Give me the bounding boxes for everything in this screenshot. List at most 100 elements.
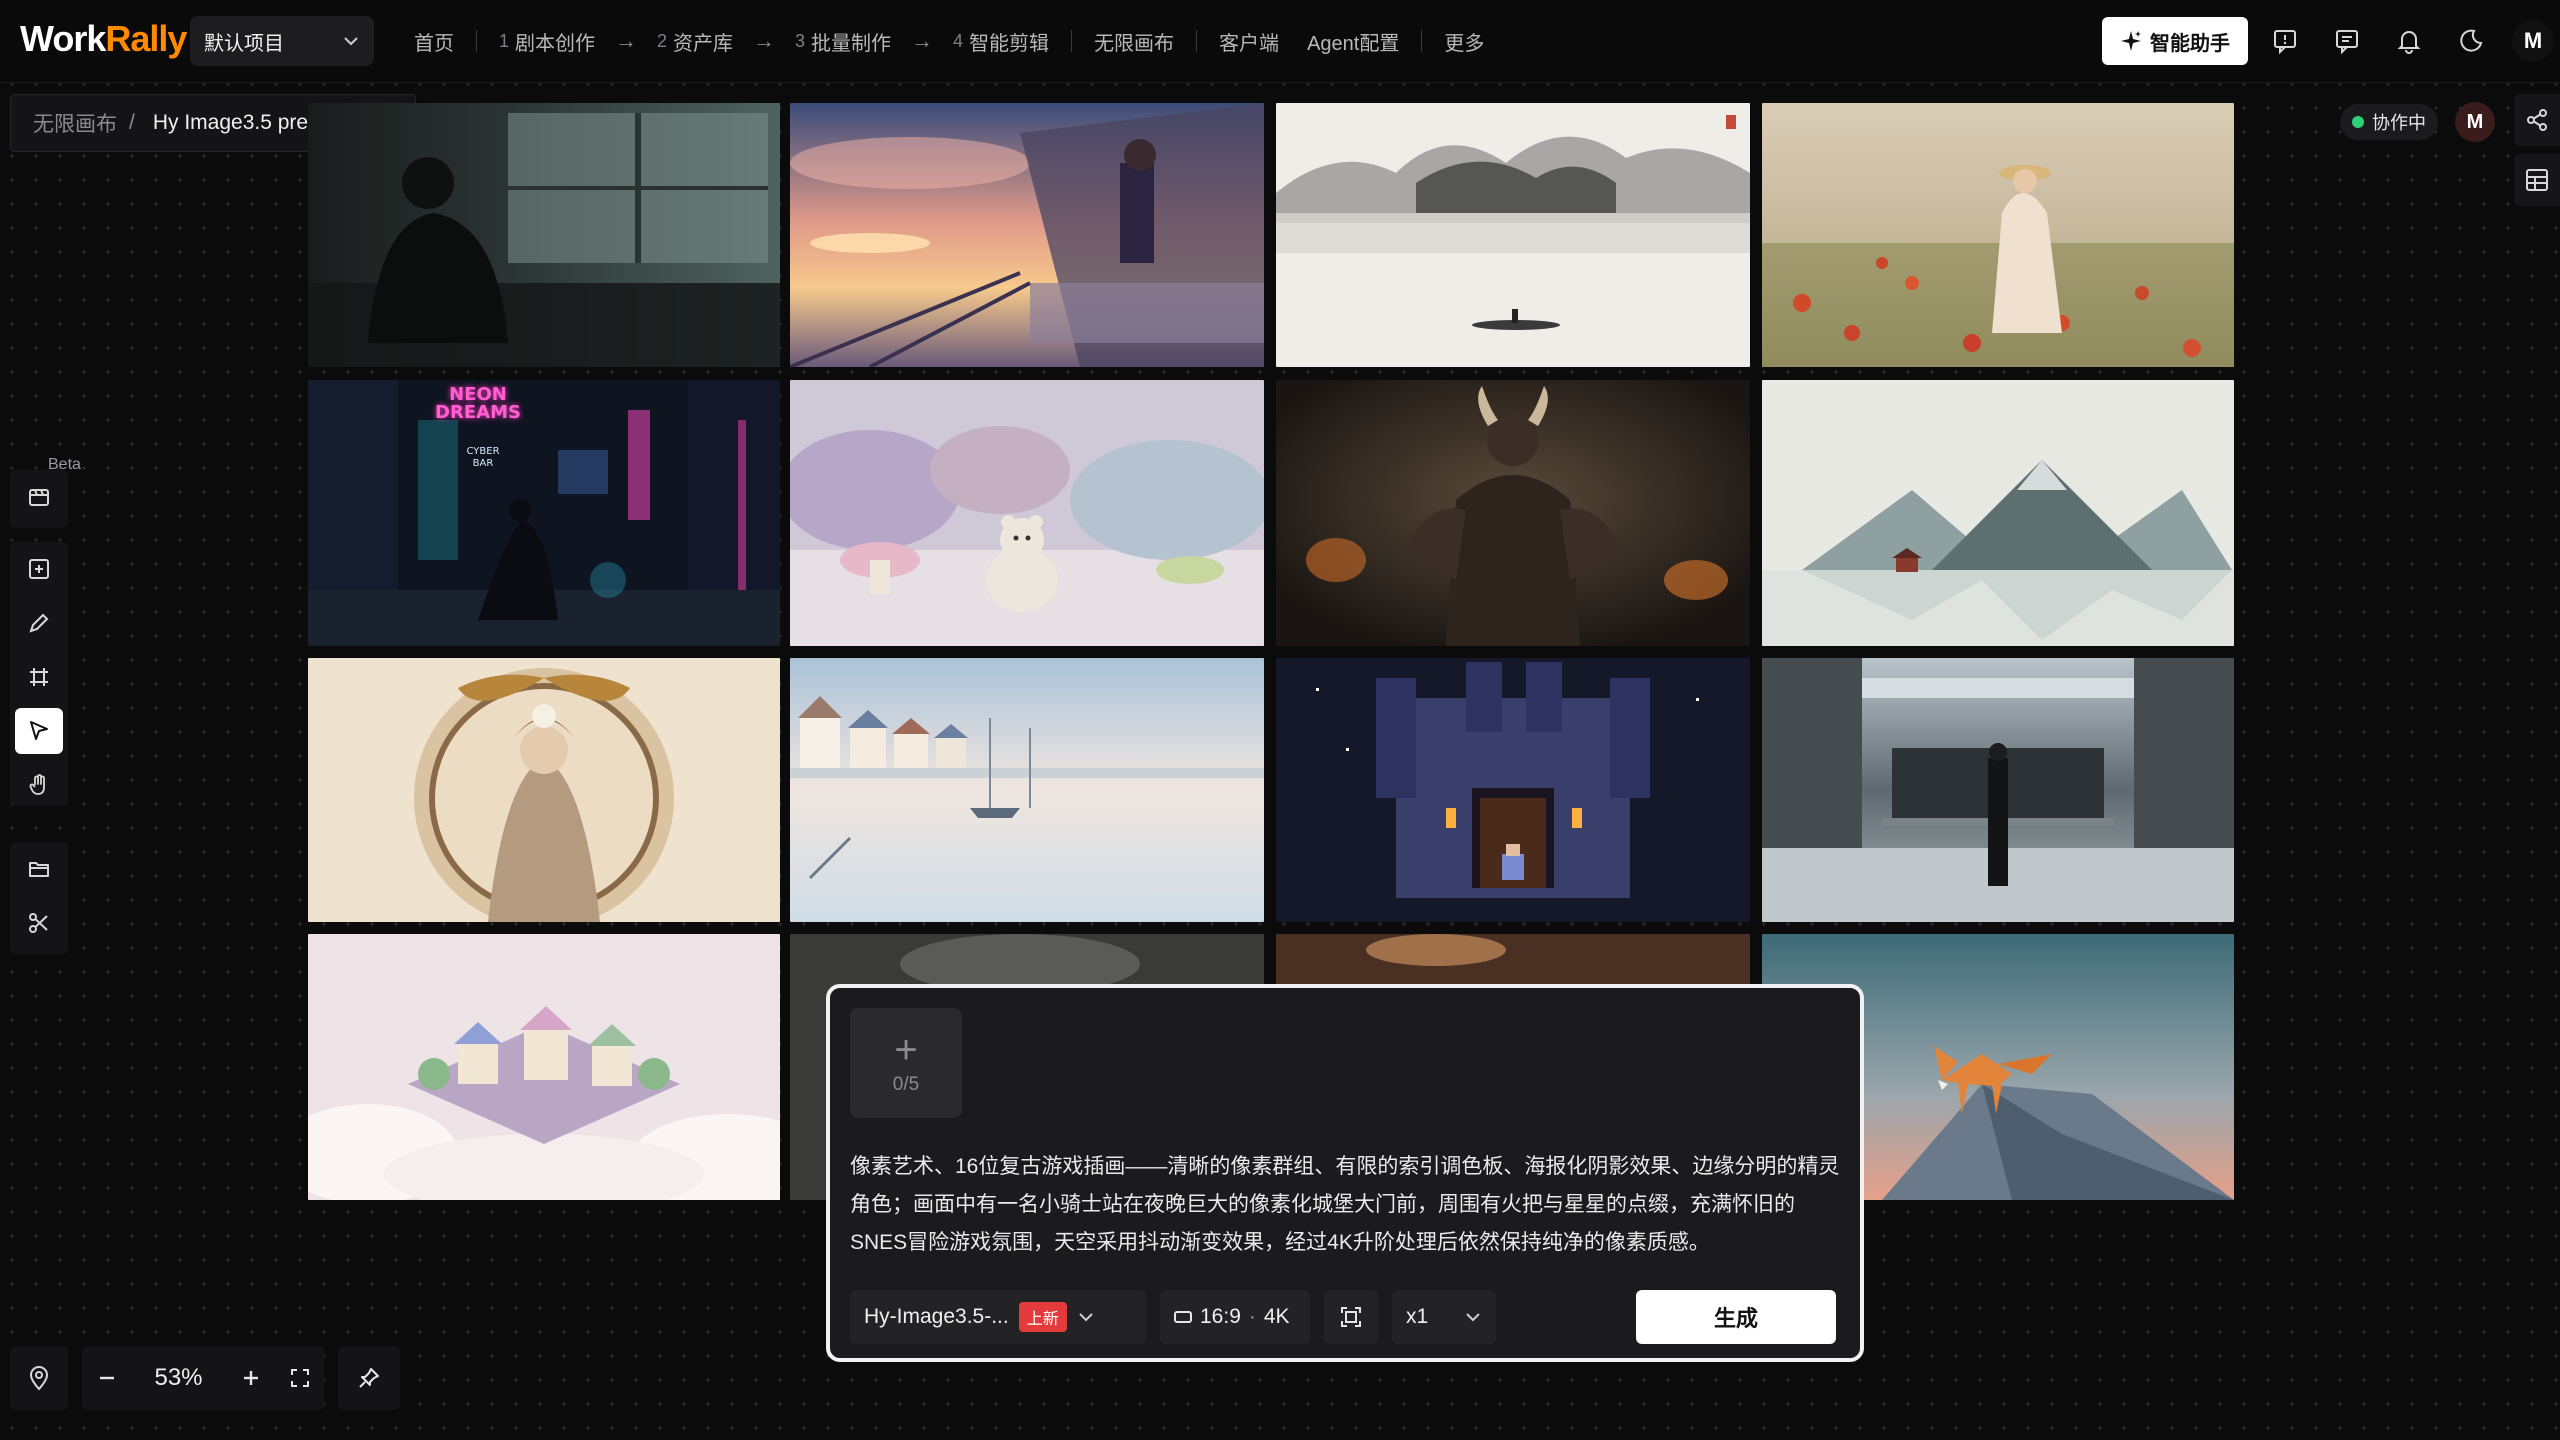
gallery-image-anime-girl-station-sunset[interactable] <box>790 103 1264 367</box>
feedback-icon[interactable] <box>2264 20 2306 62</box>
right-rail <box>2514 94 2560 214</box>
avatar-initial: M <box>2523 28 2543 53</box>
step-label: 智能剪辑 <box>969 32 1050 55</box>
plus-icon: + <box>894 1028 918 1072</box>
model-name: Hy-Image3.5-... <box>864 1305 1009 1328</box>
generate-button[interactable]: 生成 <box>1636 1290 1836 1344</box>
table-grid-icon <box>2524 167 2550 193</box>
gallery-image-cyberpunk-neon-alley[interactable]: NEON DREAMS CYBER BAR <box>308 380 780 646</box>
nav-canvas[interactable]: 无限画布 <box>1080 27 1188 56</box>
clapper-icon <box>27 485 51 509</box>
toolgroup-files <box>10 842 68 954</box>
storyboard-tool[interactable] <box>10 470 68 524</box>
chevron-down-icon <box>1464 1308 1482 1326</box>
gallery-image-minimal-mountains-lake[interactable] <box>1762 380 2234 646</box>
moon-icon[interactable] <box>2450 20 2492 62</box>
arrow-right-icon: → <box>615 28 638 53</box>
zoom-out-button[interactable] <box>95 1366 119 1390</box>
breadcrumb-root[interactable]: 无限画布 <box>33 108 117 138</box>
zoom-level: 53% <box>154 1364 203 1391</box>
nav-step-4[interactable]: 4 智能剪辑 <box>939 27 1063 56</box>
status-dot <box>2352 116 2364 128</box>
select-tool[interactable] <box>15 708 63 754</box>
zoom-controls: 53% <box>82 1346 324 1410</box>
nav-client[interactable]: 客户端 <box>1205 27 1293 56</box>
neon-sub-sign-text: CYBER BAR <box>466 446 500 469</box>
pen-tool[interactable] <box>10 596 68 650</box>
nav-client-label: 客户端 <box>1219 32 1280 55</box>
gallery-image-man-concrete-hall[interactable] <box>1762 658 2234 922</box>
gallery-image-isometric-cloud-town[interactable] <box>308 934 780 1200</box>
scissors-icon <box>27 911 51 935</box>
nav-step-3[interactable]: 3 批量制作 <box>781 27 905 56</box>
nav-canvas-label: 无限画布 <box>1094 32 1175 55</box>
assistant-label: 智能助手 <box>2150 32 2230 55</box>
map-pin-icon <box>27 1365 51 1391</box>
chevron-down-icon <box>342 32 360 50</box>
fit-screen-button[interactable] <box>288 1366 312 1390</box>
app-logo[interactable]: WorkRally <box>20 18 187 60</box>
logo-text-main: Work <box>20 18 106 59</box>
model-selector[interactable]: Hy-Image3.5-... 上新 <box>850 1290 1146 1344</box>
gallery-image-woman-poppy-field[interactable] <box>1762 103 2234 367</box>
image-upload-button[interactable]: + 0/5 <box>850 1008 962 1118</box>
add-node-tool[interactable] <box>10 542 68 596</box>
breadcrumb-separator: / <box>129 111 135 134</box>
collaborator-avatar[interactable]: M <box>2455 102 2495 142</box>
toolgroup-canvas <box>10 542 68 806</box>
collab-status[interactable]: 协作中 <box>2340 104 2438 140</box>
nav-home-label: 首页 <box>414 32 454 55</box>
step-number: 4 <box>953 30 964 51</box>
image-style-button[interactable] <box>1324 1290 1378 1344</box>
nav-step-2[interactable]: 2 资产库 <box>643 27 747 56</box>
pin-icon <box>357 1366 381 1390</box>
nav-agent[interactable]: Agent配置 <box>1293 27 1413 56</box>
ratio-resolution-selector[interactable]: 16:9 · 4K <box>1160 1290 1310 1344</box>
grid-view-button[interactable] <box>2514 154 2560 206</box>
share-button[interactable] <box>2514 94 2560 146</box>
count-selector[interactable]: x1 <box>1392 1290 1496 1344</box>
pin-button[interactable] <box>338 1346 400 1410</box>
arrow-right-icon: → <box>911 28 934 53</box>
assistant-button[interactable]: 智能助手 <box>2102 17 2248 65</box>
main-nav: 首页 1 剧本创作 → 2 资产库 → 3 批量制作 → 4 智能剪辑 无限画布 客户端… <box>400 16 1498 66</box>
prompt-input[interactable]: 像素艺术、16位复古游戏插画——清晰的像素群组、有限的索引调色板、海报化阴影效果… <box>850 1148 1850 1262</box>
bell-icon[interactable] <box>2388 20 2430 62</box>
nav-home[interactable]: 首页 <box>400 27 468 56</box>
add-square-icon <box>27 557 51 581</box>
nav-divider <box>476 30 477 52</box>
gallery-image-horned-warrior-dark[interactable] <box>1276 380 1750 646</box>
crop-tool[interactable] <box>10 650 68 704</box>
project-selector[interactable]: 默认项目 <box>190 16 374 66</box>
crop-frame-icon <box>27 665 51 689</box>
gallery-image-pixel-castle-night[interactable] <box>1276 658 1750 922</box>
separator-dot: · <box>1248 1305 1256 1328</box>
cursor-arrow-icon <box>27 719 51 743</box>
locate-button[interactable] <box>10 1346 68 1410</box>
hand-tool[interactable] <box>10 758 68 812</box>
image-transform-icon <box>1339 1305 1363 1329</box>
gallery-image-man-at-window[interactable] <box>308 103 780 367</box>
user-avatar[interactable]: M <box>2512 20 2554 62</box>
step-number: 3 <box>795 30 806 51</box>
nav-step-1[interactable]: 1 剧本创作 <box>485 27 609 56</box>
step-label: 剧本创作 <box>515 32 596 55</box>
folder-tool[interactable] <box>10 842 68 896</box>
gallery-image-felt-bear-mushrooms[interactable] <box>790 380 1264 646</box>
gallery-image-watercolor-harbor[interactable] <box>790 658 1264 922</box>
cut-tool[interactable] <box>10 896 68 950</box>
hand-icon <box>27 773 51 797</box>
gallery-image-art-nouveau-woman[interactable] <box>308 658 780 922</box>
message-icon[interactable] <box>2326 20 2368 62</box>
nav-agent-label: Agent配置 <box>1307 32 1400 55</box>
step-number: 2 <box>657 30 668 51</box>
nav-more[interactable]: 更多 <box>1430 27 1498 56</box>
aspect-ratio-value: 16:9 <box>1200 1305 1241 1328</box>
step-number: 1 <box>499 30 510 51</box>
neon-sign-text: NEON DREAMS <box>435 384 521 423</box>
logo-text-accent: Rally <box>105 18 187 59</box>
resolution-value: 4K <box>1263 1305 1290 1328</box>
gallery-image-ink-landscape-boat[interactable] <box>1276 103 1750 367</box>
sparkle-icon <box>2120 30 2142 52</box>
zoom-in-button[interactable] <box>239 1366 263 1390</box>
